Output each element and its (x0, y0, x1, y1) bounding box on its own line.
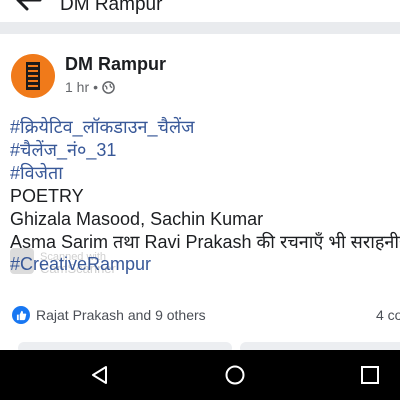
reaction-summary[interactable]: Rajat Prakash and 9 others (12, 306, 206, 324)
nav-home-icon[interactable] (223, 363, 247, 387)
reaction-text: Rajat Prakash and 9 others (36, 307, 206, 323)
post-text-line: Ghizala Masood, Sachin Kumar (10, 209, 264, 229)
nav-back-icon[interactable] (88, 363, 112, 387)
nav-recents-icon[interactable] (358, 363, 382, 387)
post-text-line: POETRY (10, 186, 84, 206)
post-card: DM Rampur 1 hr • #क्रियेटिव_लॉकडाउन_चैले… (0, 34, 400, 350)
post-body: #क्रियेटिव_लॉकडाउन_चैलेंज #चैलेंज_नं०_31… (10, 116, 400, 254)
page-title: DM Rampur (60, 0, 163, 15)
post-time[interactable]: 1 hr (65, 79, 89, 95)
comments-count[interactable]: 4 co (376, 307, 400, 323)
system-navbar (0, 350, 400, 400)
avatar[interactable] (11, 54, 55, 98)
meta-separator: • (93, 79, 99, 95)
like-action-button[interactable] (18, 342, 232, 350)
hashtag-link[interactable]: #चैलेंज_नं०_31 (10, 139, 400, 162)
arrow-left-icon[interactable] (14, 0, 44, 13)
action-bar (0, 340, 400, 350)
hashtag-link[interactable]: #CreativeRampur (10, 254, 151, 275)
app-header: DM Rampur (0, 0, 400, 22)
post-meta: 1 hr • (65, 79, 115, 95)
hashtag-link[interactable]: #क्रियेटिव_लॉकडाउन_चैलेंज (10, 116, 400, 139)
post-author[interactable]: DM Rampur (65, 54, 166, 75)
comment-action-button[interactable] (240, 342, 400, 350)
like-icon (12, 306, 30, 324)
hashtag-link[interactable]: #विजेता (10, 162, 400, 185)
globe-icon (102, 80, 115, 94)
emblem-icon (11, 54, 55, 98)
